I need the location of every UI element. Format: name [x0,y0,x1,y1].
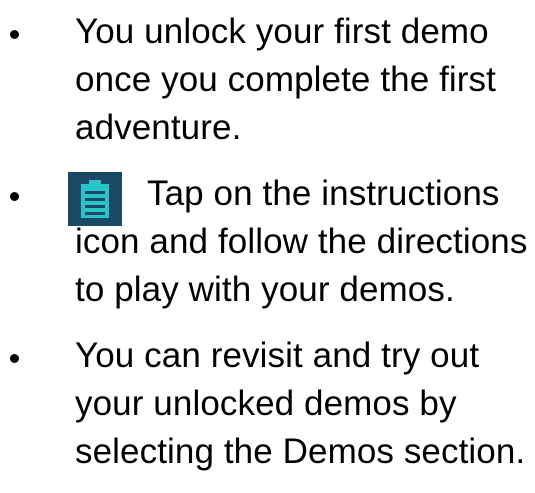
bullet-text: You can revisit and try out your unlocke… [75,336,526,471]
bullet-point [10,30,19,39]
instructions-bullet-list: You unlock your first demo once you comp… [0,0,535,493]
bullet-point [10,354,19,363]
bullet-text: You unlock your first demo once you comp… [75,12,496,147]
bullet-text: Tap on the instructions icon and follow … [75,174,528,309]
bullet-point [10,192,19,201]
